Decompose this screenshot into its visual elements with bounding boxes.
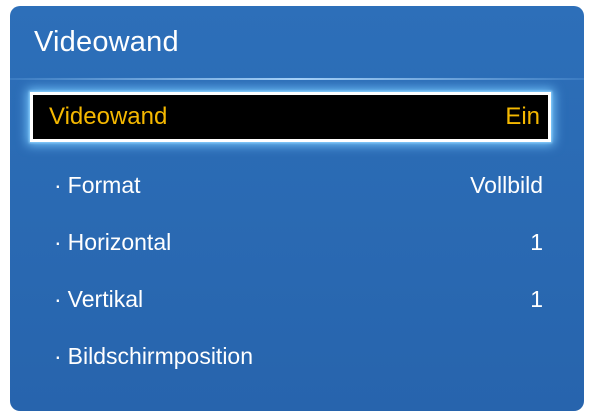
title-divider	[10, 78, 584, 80]
menu-item-videowand[interactable]: Videowand Ein	[30, 92, 551, 142]
menu-item-label: Horizontal	[67, 228, 172, 255]
menu-item-value: Ein	[505, 103, 540, 130]
bullet-dot: ·	[54, 342, 62, 369]
bullet-dot: ·	[54, 228, 62, 255]
menu-item-label: Videowand	[49, 103, 168, 130]
menu-item-label: Format	[67, 171, 141, 198]
menu-item-value: Vollbild	[470, 171, 543, 198]
menu-item-label: Vertikal	[67, 285, 144, 312]
menu-title: Videowand	[34, 26, 179, 58]
bullet-dot: ·	[54, 171, 62, 198]
menu-item-format[interactable]: · Format Vollbild	[30, 162, 551, 208]
menu-item-vertikal[interactable]: · Vertikal 1	[30, 276, 551, 322]
menu-item-label: Bildschirmposition	[67, 342, 254, 369]
menu-item-value: 1	[530, 285, 543, 312]
menu-item-horizontal[interactable]: · Horizontal 1	[30, 219, 551, 265]
menu-item-value: 1	[530, 228, 543, 255]
bullet-dot: ·	[54, 285, 62, 312]
menu-item-bildschirmposition[interactable]: · Bildschirmposition	[30, 333, 551, 379]
videowand-menu-panel: Videowand Videowand Ein · Format Vollbild…	[10, 6, 584, 411]
